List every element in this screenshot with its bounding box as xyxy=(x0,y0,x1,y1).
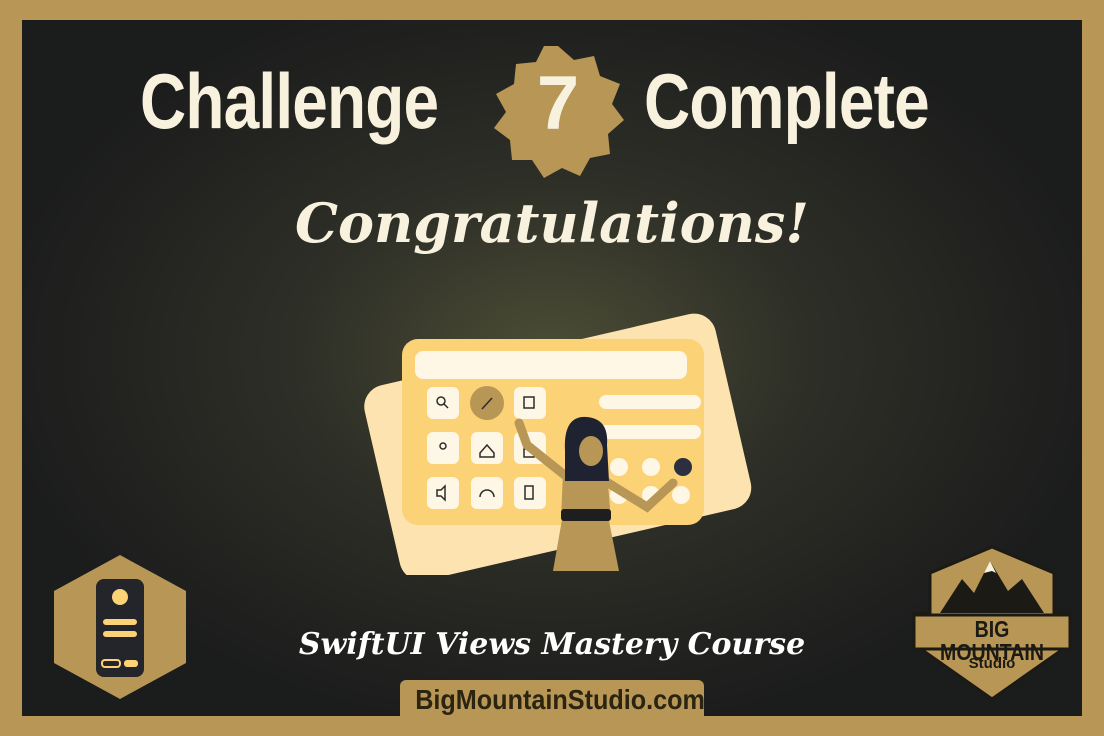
title-challenge: Challenge xyxy=(140,57,439,145)
challenge-number: 7 xyxy=(536,61,580,146)
logo-studio-label: Studio xyxy=(968,655,1016,672)
app-design-illustration xyxy=(364,313,752,575)
website-banner[interactable]: BigMountainStudio.com xyxy=(400,680,705,716)
phone-app-icon xyxy=(54,555,186,699)
title-complete: Complete xyxy=(644,57,930,145)
title-row: Challenge 7 Complete xyxy=(22,46,1082,178)
website-url[interactable]: BigMountainStudio.com xyxy=(415,686,705,714)
congratulations-text: Congratulations! xyxy=(294,191,809,255)
